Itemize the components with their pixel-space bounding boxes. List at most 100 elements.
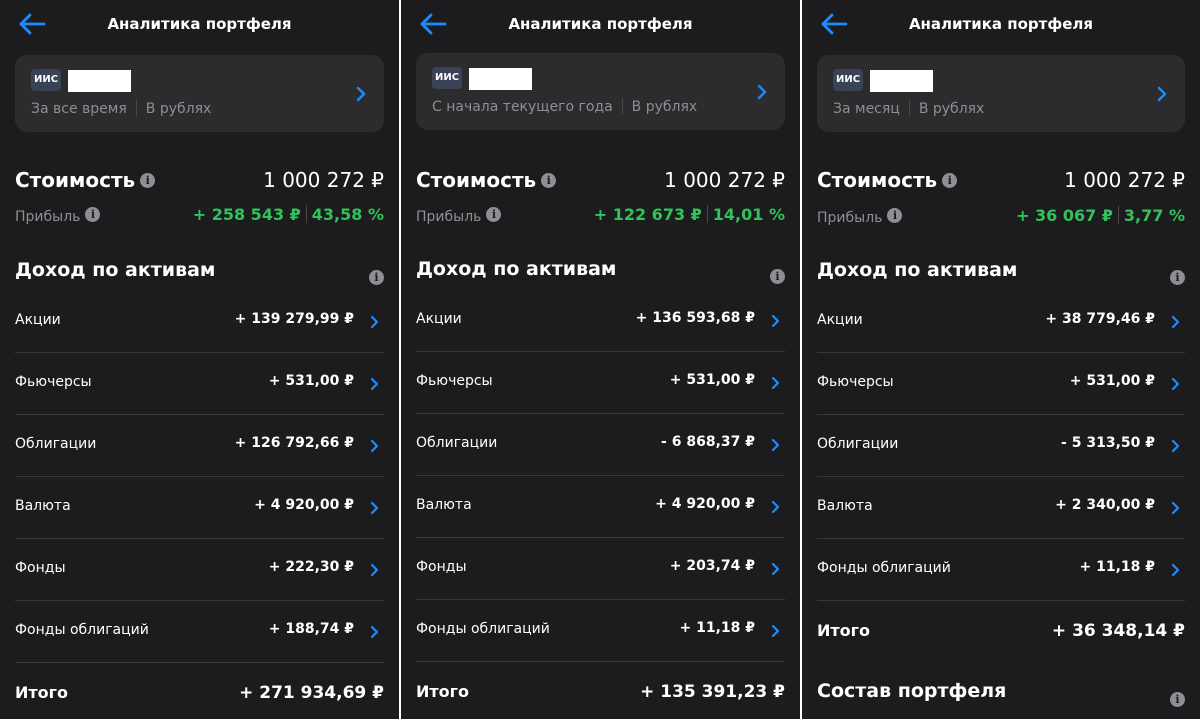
chevron-right-icon <box>370 501 379 515</box>
chevron-right-icon <box>1171 501 1180 515</box>
section-title: Доход по активам <box>817 259 1018 281</box>
asset-row-currency[interactable]: Валюта + 4 920,00 ₽ <box>416 476 785 538</box>
profit-row: Прибыль i + 122 673 ₽ 14,01 % <box>416 205 785 227</box>
app-header: Аналитика портфеля <box>401 0 800 48</box>
asset-row-bonds[interactable]: Облигации + 126 792,66 ₽ <box>15 415 384 477</box>
account-filters: За все время В рублях <box>31 100 211 117</box>
info-icon[interactable]: i <box>942 173 958 188</box>
period-filter: За все время <box>31 101 127 117</box>
asset-row-bond-funds[interactable]: Фонды облигаций + 11,18 ₽ <box>817 539 1185 601</box>
account-filter-card[interactable]: ИИС За все время В рублях <box>15 55 384 132</box>
asset-name: Акции <box>817 312 863 328</box>
portfolio-value-row: Стоимость i 1 000 272 ₽ <box>416 168 785 196</box>
profit-amount: + 258 543 ₽ <box>192 205 301 224</box>
chevron-right-icon <box>771 438 780 452</box>
profit-label-text: Прибыль <box>416 209 482 225</box>
portfolio-value-row: Стоимость i 1 000 272 ₽ <box>817 168 1185 196</box>
filter-separator <box>621 98 623 114</box>
info-icon[interactable]: i <box>1170 692 1185 707</box>
screen-year-to-date: Аналитика портфеля ИИС С начала текущего… <box>401 0 800 719</box>
asset-row-bonds[interactable]: Облигации - 5 313,50 ₽ <box>817 415 1185 477</box>
portfolio-value-label-text: Стоимость <box>15 168 136 192</box>
chevron-right-icon <box>1171 439 1180 453</box>
chevron-right-icon <box>1171 315 1180 329</box>
asset-name: Акции <box>416 311 462 327</box>
asset-value: + 4 920,00 ₽ <box>254 497 354 513</box>
asset-row-futures[interactable]: Фьючерсы + 531,00 ₽ <box>15 353 384 415</box>
asset-value: + 203,74 ₽ <box>669 558 755 574</box>
asset-row-stocks[interactable]: Акции + 38 779,46 ₽ <box>817 291 1185 353</box>
asset-name: Облигации <box>15 436 97 452</box>
asset-value: + 531,00 ₽ <box>669 372 755 388</box>
asset-row-funds[interactable]: Фонды + 222,30 ₽ <box>15 539 384 601</box>
portfolio-value: 1 000 272 ₽ <box>664 168 785 192</box>
info-icon[interactable]: i <box>140 173 156 188</box>
chevron-right-icon <box>370 563 379 577</box>
asset-value: + 126 792,66 ₽ <box>234 435 354 451</box>
account-badge: ИИС <box>31 69 61 91</box>
info-icon[interactable]: i <box>887 208 903 223</box>
asset-row-stocks[interactable]: Акции + 139 279,99 ₽ <box>15 291 384 353</box>
asset-value: + 38 779,46 ₽ <box>1045 311 1155 327</box>
chevron-right-icon <box>771 376 780 390</box>
profit-amount: + 122 673 ₽ <box>593 205 702 224</box>
profit-separator <box>305 205 307 223</box>
asset-row-stocks[interactable]: Акции + 136 593,68 ₽ <box>416 290 785 352</box>
info-icon[interactable]: i <box>1170 270 1185 285</box>
asset-name: Фонды <box>15 560 66 576</box>
profit-amount: + 36 067 ₽ <box>1016 206 1113 225</box>
info-icon[interactable]: i <box>541 173 557 188</box>
asset-row-bond-funds[interactable]: Фонды облигаций + 11,18 ₽ <box>416 600 785 662</box>
profit-separator <box>706 205 708 223</box>
info-icon[interactable]: i <box>486 207 502 222</box>
total-value: + 271 934,69 ₽ <box>239 683 384 703</box>
asset-row-currency[interactable]: Валюта + 4 920,00 ₽ <box>15 477 384 539</box>
asset-value: - 5 313,50 ₽ <box>1061 435 1155 451</box>
info-icon[interactable]: i <box>770 269 785 284</box>
asset-name: Валюта <box>416 497 472 513</box>
asset-name: Фьючерсы <box>15 374 92 390</box>
asset-row-currency[interactable]: Валюта + 2 340,00 ₽ <box>817 477 1185 539</box>
asset-row-bonds[interactable]: Облигации - 6 868,37 ₽ <box>416 414 785 476</box>
profit-label: Прибыль i <box>15 207 101 225</box>
chevron-right-icon <box>771 314 780 328</box>
section-title: Доход по активам <box>15 259 216 281</box>
asset-row-futures[interactable]: Фьючерсы + 531,00 ₽ <box>416 352 785 414</box>
profit-label-text: Прибыль <box>15 209 81 225</box>
chevron-right-icon <box>356 86 366 102</box>
section-info: i <box>770 265 785 284</box>
info-icon[interactable]: i <box>369 270 384 285</box>
total-value: + 36 348,14 ₽ <box>1051 621 1185 641</box>
chevron-right-icon <box>370 625 379 639</box>
section-info: i <box>1170 688 1185 707</box>
profit-values: + 122 673 ₽ 14,01 % <box>594 205 785 224</box>
asset-value: + 531,00 ₽ <box>1069 373 1155 389</box>
period-filter: За месяц <box>833 101 900 117</box>
portfolio-value-label: Стоимость i <box>817 168 958 192</box>
income-by-assets-header: Доход по активам i <box>817 259 1185 287</box>
section-info: i <box>1170 266 1185 285</box>
portfolio-value-label-text: Стоимость <box>817 168 938 192</box>
asset-name: Валюта <box>817 498 873 514</box>
currency-filter: В рублях <box>145 101 212 117</box>
asset-name: Фонды облигаций <box>817 560 951 576</box>
profit-percent: 14,01 % <box>712 205 785 224</box>
account-filter-card[interactable]: ИИС За месяц В рублях <box>817 55 1185 132</box>
chevron-right-icon <box>1157 86 1167 102</box>
portfolio-value-label: Стоимость i <box>416 168 557 192</box>
profit-values: + 36 067 ₽ 3,77 % <box>1016 206 1185 225</box>
asset-row-funds[interactable]: Фонды + 203,74 ₽ <box>416 538 785 600</box>
account-filter-card[interactable]: ИИС С начала текущего года В рублях <box>416 53 785 130</box>
asset-row-futures[interactable]: Фьючерсы + 531,00 ₽ <box>817 353 1185 415</box>
asset-row-bond-funds[interactable]: Фонды облигаций + 188,74 ₽ <box>15 601 384 663</box>
chevron-right-icon <box>370 315 379 329</box>
currency-filter: В рублях <box>918 101 985 117</box>
total-row: Итого + 36 348,14 ₽ <box>817 621 1185 651</box>
account-filters: С начала текущего года В рублях <box>432 98 697 115</box>
account-badge: ИИС <box>833 69 863 91</box>
chevron-right-icon <box>771 624 780 638</box>
profit-percent: 3,77 % <box>1123 206 1185 225</box>
info-icon[interactable]: i <box>85 207 101 222</box>
page-title: Аналитика портфеля <box>107 15 292 33</box>
asset-value: + 188,74 ₽ <box>268 621 354 637</box>
